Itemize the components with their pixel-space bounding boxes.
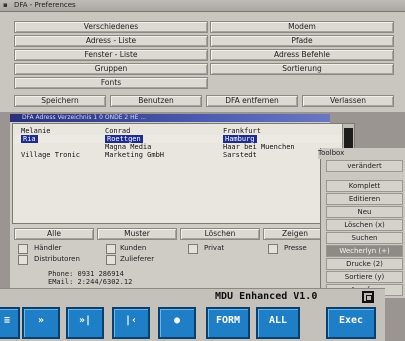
verlassen-button[interactable]: Verlassen bbox=[302, 95, 394, 107]
fast-forward-button[interactable]: » bbox=[22, 307, 60, 339]
sortierung-button[interactable]: Sortierung bbox=[210, 63, 394, 75]
verschiedenes-button[interactable]: Verschiedenes bbox=[14, 21, 208, 33]
presse-label: Presse bbox=[284, 244, 307, 252]
record-button[interactable]: ● bbox=[158, 307, 196, 339]
gruppen-button[interactable]: Gruppen bbox=[14, 63, 208, 75]
address-title-bar[interactable]: DFA Adress Verzeichnis 1 0 ONDE 2 HE ... bbox=[10, 114, 330, 122]
haendler-checkbox[interactable] bbox=[18, 244, 28, 254]
alle-button[interactable]: Alle bbox=[14, 228, 94, 240]
list-item[interactable]: Melanie Conrad Frankfurt bbox=[13, 127, 354, 135]
zeigen-button[interactable]: Zeigen bbox=[263, 228, 327, 240]
toolbox-title: Toolbox bbox=[318, 149, 363, 159]
email-text: EMail: 2:244/6302.12 bbox=[48, 278, 133, 286]
distributoren-checkbox[interactable] bbox=[18, 255, 28, 265]
toolbox-item-veraendert[interactable]: verändert bbox=[326, 160, 403, 172]
toolbox-item-suchen[interactable]: Suchen bbox=[326, 232, 403, 244]
haendler-label: Händler bbox=[34, 244, 62, 252]
toolbox-item-sortiere[interactable]: Sortiere (y) bbox=[326, 271, 403, 283]
zulieferer-label: Zulieferer bbox=[120, 255, 155, 263]
toolbox-item-drucken[interactable]: Drucke (2) bbox=[326, 258, 403, 270]
privat-checkbox[interactable] bbox=[188, 244, 198, 254]
kunden-checkbox[interactable] bbox=[106, 244, 116, 254]
dfa-entfernen-button[interactable]: DFA entfernen bbox=[206, 95, 298, 107]
zulieferer-checkbox[interactable] bbox=[106, 255, 116, 265]
close-icon[interactable] bbox=[362, 291, 374, 303]
pfade-button[interactable]: Pfade bbox=[210, 35, 394, 47]
fenster-liste-button[interactable]: Fenster - Liste bbox=[14, 49, 208, 61]
toolbox-item-komplett[interactable]: Komplett bbox=[326, 180, 403, 192]
list-item[interactable]: Village Tronic Marketing GmbH Sarstedt bbox=[13, 151, 354, 159]
all-button[interactable]: ALL bbox=[256, 307, 300, 339]
toolbox-item-editieren[interactable]: Editieren bbox=[326, 193, 403, 205]
address-title: DFA Adress Verzeichnis 1 0 ONDE 2 HE ... bbox=[22, 114, 147, 121]
privat-label: Privat bbox=[204, 244, 225, 252]
muster-button[interactable]: Muster bbox=[97, 228, 177, 240]
phone-text: Phone: 0931 286914 bbox=[48, 270, 124, 278]
speichern-button[interactable]: Speichern bbox=[14, 95, 106, 107]
control-bar-title: MDU Enhanced V1.0 bbox=[215, 291, 318, 302]
address-list[interactable]: Melanie Conrad Frankfurt Ria Roettgen Ha… bbox=[12, 123, 355, 224]
adress-befehle-button[interactable]: Adress Befehle bbox=[210, 49, 394, 61]
distributoren-label: Distributoren bbox=[34, 255, 80, 263]
toolbox-item-neu[interactable]: Neu bbox=[326, 206, 403, 218]
benutzen-button[interactable]: Benutzen bbox=[110, 95, 202, 107]
form-button[interactable]: FORM bbox=[206, 307, 250, 339]
window-menu-icon[interactable]: ▪ bbox=[3, 1, 8, 9]
presse-checkbox[interactable] bbox=[268, 244, 278, 254]
list-item-selected[interactable]: Ria Roettgen Hamburg bbox=[13, 135, 354, 143]
skip-back-button[interactable]: |‹ bbox=[112, 307, 150, 339]
exec-button[interactable]: Exec bbox=[326, 307, 376, 339]
modem-button[interactable]: Modem bbox=[210, 21, 394, 33]
menu-button[interactable]: ≡ bbox=[0, 307, 20, 339]
loeschen-button[interactable]: Löschen bbox=[180, 228, 260, 240]
list-item[interactable]: Magna Media Haar bei Muenchen bbox=[13, 143, 354, 151]
preferences-title: DFA - Preferences bbox=[14, 1, 76, 9]
toolbox-item-loeschen[interactable]: Löschen (x) bbox=[326, 219, 403, 231]
adress-liste-button[interactable]: Adress - Liste bbox=[14, 35, 208, 47]
kunden-label: Kunden bbox=[120, 244, 147, 252]
fonts-button[interactable]: Fonts bbox=[14, 77, 208, 89]
preferences-title-bar[interactable]: ▪ DFA - Preferences bbox=[0, 0, 405, 12]
toolbox-item-wechseln[interactable]: Wecherlyn (+) bbox=[326, 245, 403, 257]
skip-end-button[interactable]: »| bbox=[66, 307, 104, 339]
